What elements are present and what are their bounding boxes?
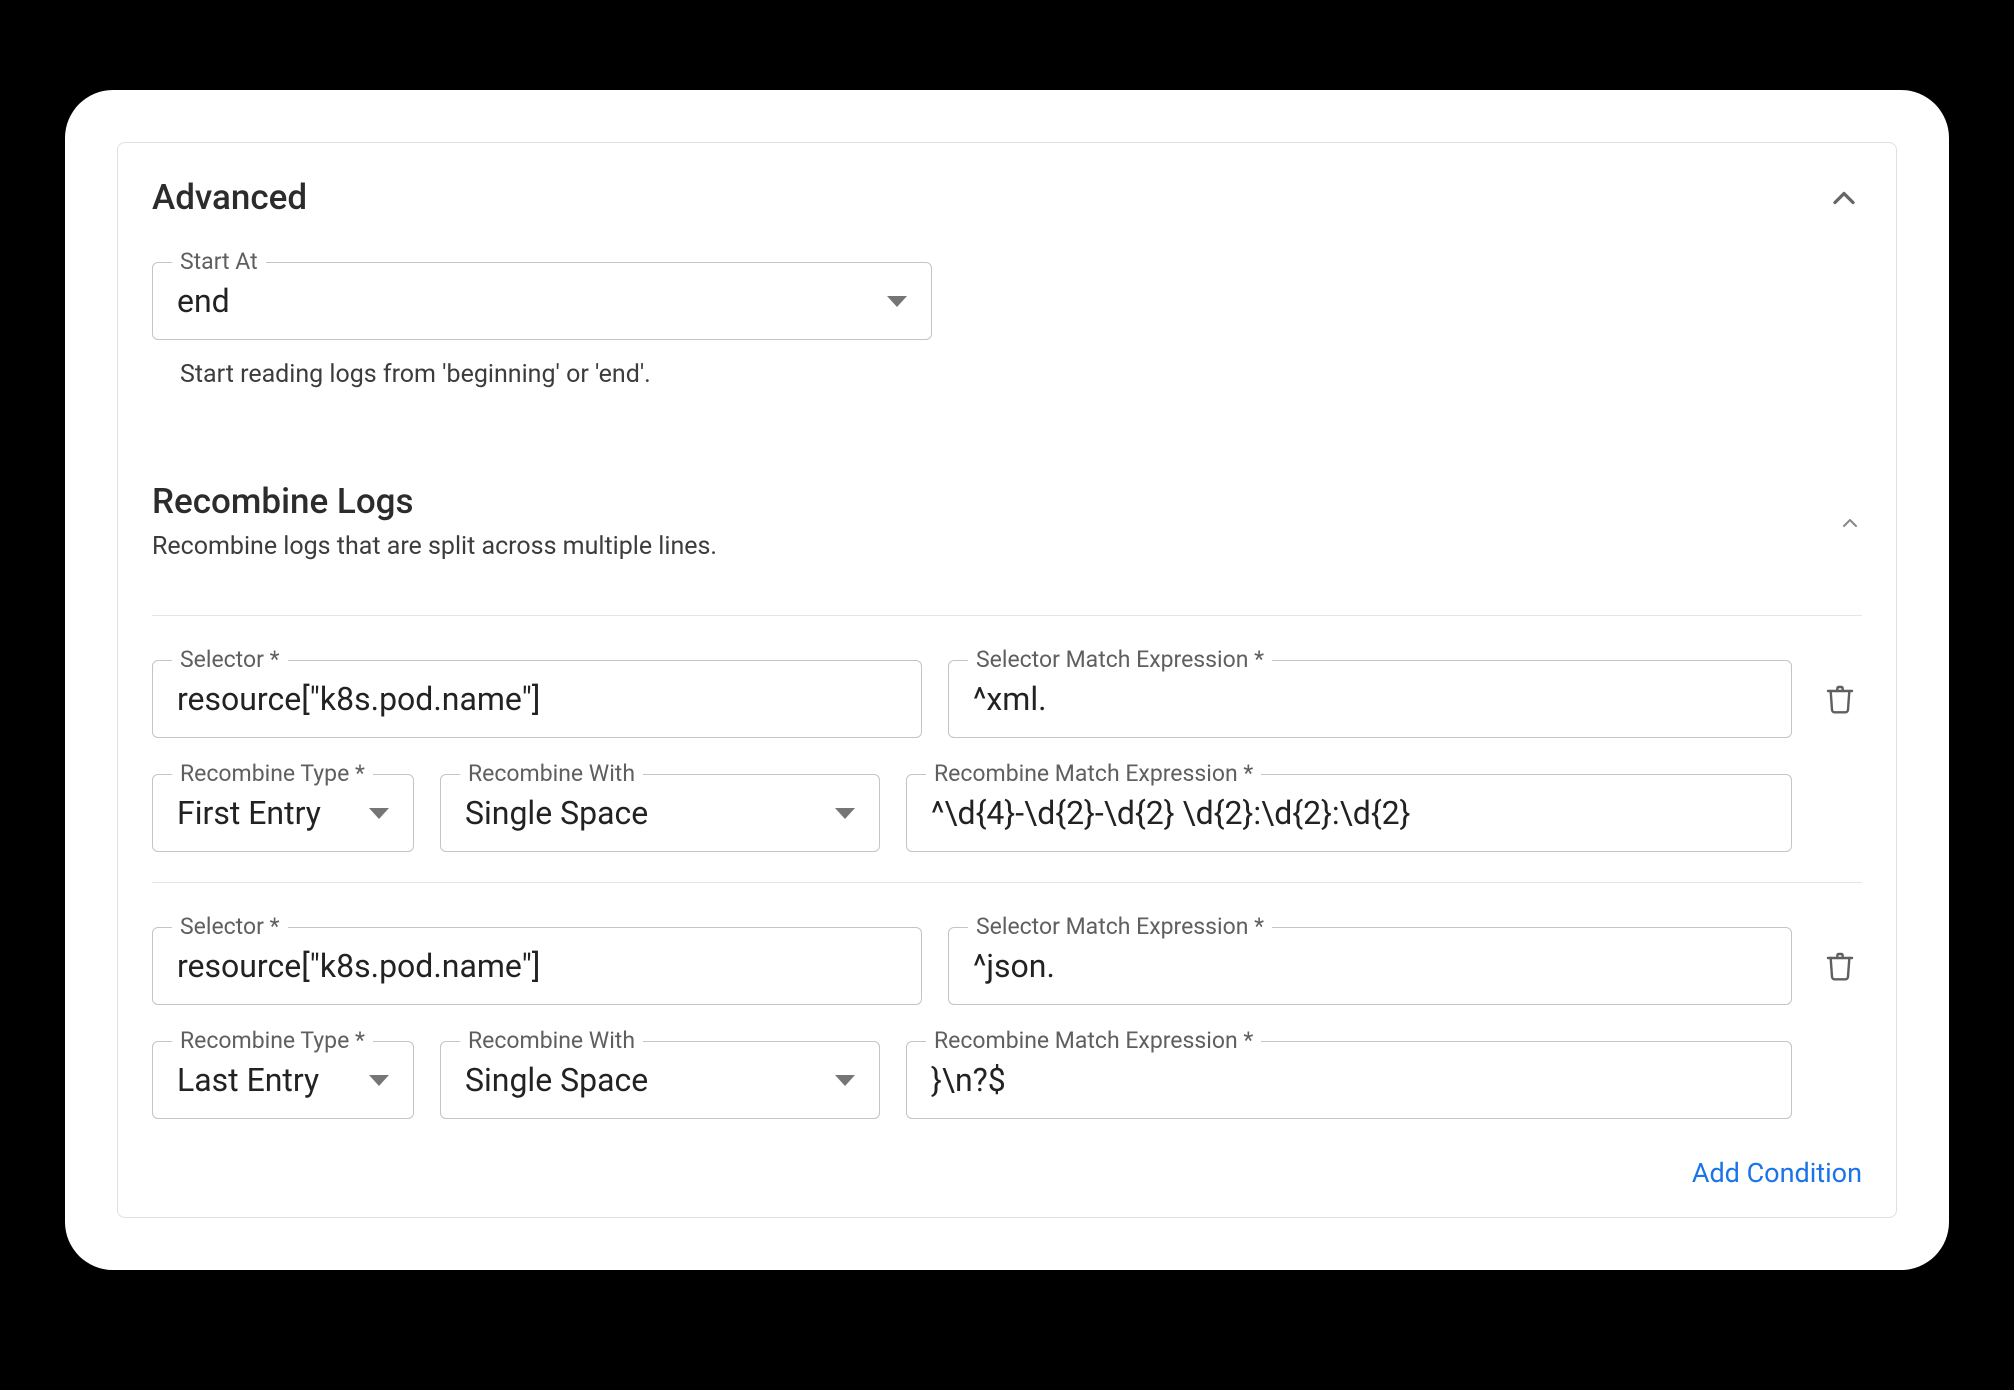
recombine-section: Recombine Logs Recombine logs that are s… [152, 481, 1862, 1189]
selector-input[interactable] [177, 947, 897, 985]
field-label: Recombine Match Expression * [926, 760, 1261, 787]
field-label: Selector * [172, 646, 288, 673]
field-label: Recombine With [460, 760, 643, 787]
start-at-label: Start At [172, 248, 266, 275]
settings-card: Advanced Start At end Start reading logs… [65, 90, 1949, 1270]
delete-condition-button[interactable] [1818, 683, 1862, 715]
start-at-field: Start At end [152, 262, 932, 340]
start-at-select[interactable]: end [152, 262, 932, 340]
recombine-match-input[interactable] [931, 794, 1767, 832]
collapse-recombine-button[interactable] [1838, 511, 1862, 539]
selector-match-input[interactable] [973, 680, 1767, 718]
condition-block: Selector * Selector Match Expression * [152, 616, 1862, 852]
recombine-with-value: Single Space [465, 1061, 648, 1099]
recombine-type-value: First Entry [177, 794, 321, 832]
start-at-help: Start reading logs from 'beginning' or '… [180, 360, 1862, 389]
chevron-down-icon [369, 808, 389, 819]
field-label: Recombine Type * [172, 1027, 373, 1054]
field-label: Recombine Type * [172, 760, 373, 787]
field-label: Selector Match Expression * [968, 646, 1272, 673]
add-condition-link[interactable]: Add Condition [152, 1157, 1862, 1189]
selector-match-input[interactable] [973, 947, 1767, 985]
chevron-down-icon [369, 1075, 389, 1086]
recombine-with-value: Single Space [465, 794, 648, 832]
collapse-advanced-button[interactable] [1826, 180, 1862, 216]
delete-condition-button[interactable] [1818, 950, 1862, 982]
chevron-down-icon [835, 808, 855, 819]
recombine-type-value: Last Entry [177, 1061, 319, 1099]
recombine-desc: Recombine logs that are split across mul… [152, 532, 717, 561]
field-label: Recombine With [460, 1027, 643, 1054]
advanced-panel: Advanced Start At end Start reading logs… [117, 142, 1897, 1218]
field-label: Selector Match Expression * [968, 913, 1272, 940]
field-label: Selector * [172, 913, 288, 940]
start-at-value: end [177, 282, 230, 320]
advanced-header: Advanced [152, 177, 1862, 218]
field-label: Recombine Match Expression * [926, 1027, 1261, 1054]
selector-input[interactable] [177, 680, 897, 718]
advanced-title: Advanced [152, 177, 307, 218]
chevron-down-icon [887, 296, 907, 307]
chevron-down-icon [835, 1075, 855, 1086]
recombine-title: Recombine Logs [152, 481, 717, 522]
recombine-match-input[interactable] [931, 1061, 1767, 1099]
condition-block: Selector * Selector Match Expression * [152, 883, 1862, 1119]
